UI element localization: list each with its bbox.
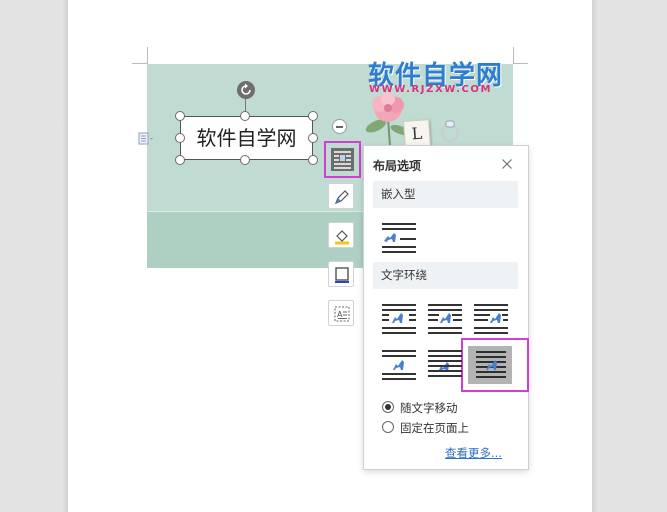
- crop-mark: [132, 63, 147, 64]
- radio-move-with-text[interactable]: [382, 401, 394, 413]
- watermark-url: WWW.RJZXW.COM: [369, 84, 493, 95]
- rotate-stem: [245, 98, 246, 112]
- wrap-option-behind-text[interactable]: [426, 348, 464, 382]
- layout-options-button[interactable]: [324, 141, 361, 178]
- frame-button[interactable]: [328, 261, 354, 287]
- crop-mark: [513, 47, 514, 64]
- fill-button[interactable]: [328, 222, 354, 248]
- wrap-layout-icon: [334, 151, 351, 169]
- resize-handle-top[interactable]: [240, 111, 250, 121]
- layout-options-panel: 布局选项 嵌入型 文字环绕 随文字移动 固定在页面上 查看更多...: [363, 145, 529, 470]
- wrap-through-icon: [474, 304, 508, 334]
- pen-icon: [334, 190, 349, 205]
- wrap-option-top-bottom[interactable]: [380, 348, 418, 382]
- resize-handle-bottom-left[interactable]: [175, 155, 185, 165]
- section-text-wrap: 文字环绕: [373, 262, 518, 289]
- resize-handle-top-right[interactable]: [308, 111, 318, 121]
- radio-fixed-position[interactable]: [382, 421, 394, 433]
- fill-bucket-icon: [335, 230, 349, 245]
- wrap-in-front-icon: [476, 351, 506, 378]
- text-box-options-button[interactable]: A: [328, 300, 354, 326]
- section-inline: 嵌入型: [373, 181, 518, 208]
- text-box-content[interactable]: 软件自学网: [181, 117, 312, 159]
- anchor-icon[interactable]: [138, 132, 154, 146]
- resize-handle-top-left[interactable]: [175, 111, 185, 121]
- wrap-square-icon: [382, 304, 416, 334]
- resize-handle-bottom-right[interactable]: [308, 155, 318, 165]
- wrap-option-tight[interactable]: [426, 302, 464, 336]
- text-frame-icon: A: [334, 306, 350, 322]
- svg-text:A: A: [337, 310, 343, 319]
- radio-fixed-position-label[interactable]: 固定在页面上: [400, 420, 469, 436]
- resize-handle-bottom[interactable]: [240, 155, 250, 165]
- rotate-handle[interactable]: [237, 81, 255, 99]
- ring-icon: [440, 120, 460, 143]
- resize-handle-right[interactable]: [308, 133, 318, 143]
- wrap-tight-icon: [428, 304, 462, 334]
- see-more-link[interactable]: 查看更多...: [445, 445, 502, 461]
- resize-handle-left[interactable]: [175, 133, 185, 143]
- crop-mark: [147, 47, 148, 64]
- wrap-option-inline[interactable]: [380, 221, 418, 255]
- page-shadow-right: [592, 0, 598, 512]
- wrap-top-bottom-icon: [382, 350, 416, 380]
- text-box[interactable]: 软件自学网: [180, 116, 313, 160]
- outline-button[interactable]: [328, 183, 354, 209]
- wrap-option-in-front-of-text[interactable]: [472, 348, 510, 382]
- close-icon[interactable]: [501, 158, 513, 170]
- wrap-option-square[interactable]: [380, 302, 418, 336]
- wrap-inline-icon: [382, 223, 416, 253]
- wrap-behind-text-icon: [428, 350, 462, 377]
- wrap-option-through[interactable]: [472, 302, 510, 336]
- radio-move-with-text-label[interactable]: 随文字移动: [400, 400, 458, 416]
- panel-title: 布局选项: [373, 159, 422, 173]
- collapse-toolbar-button[interactable]: [332, 119, 347, 134]
- crop-mark: [513, 63, 528, 64]
- frame-icon: [335, 267, 349, 283]
- rotate-icon: [241, 83, 251, 95]
